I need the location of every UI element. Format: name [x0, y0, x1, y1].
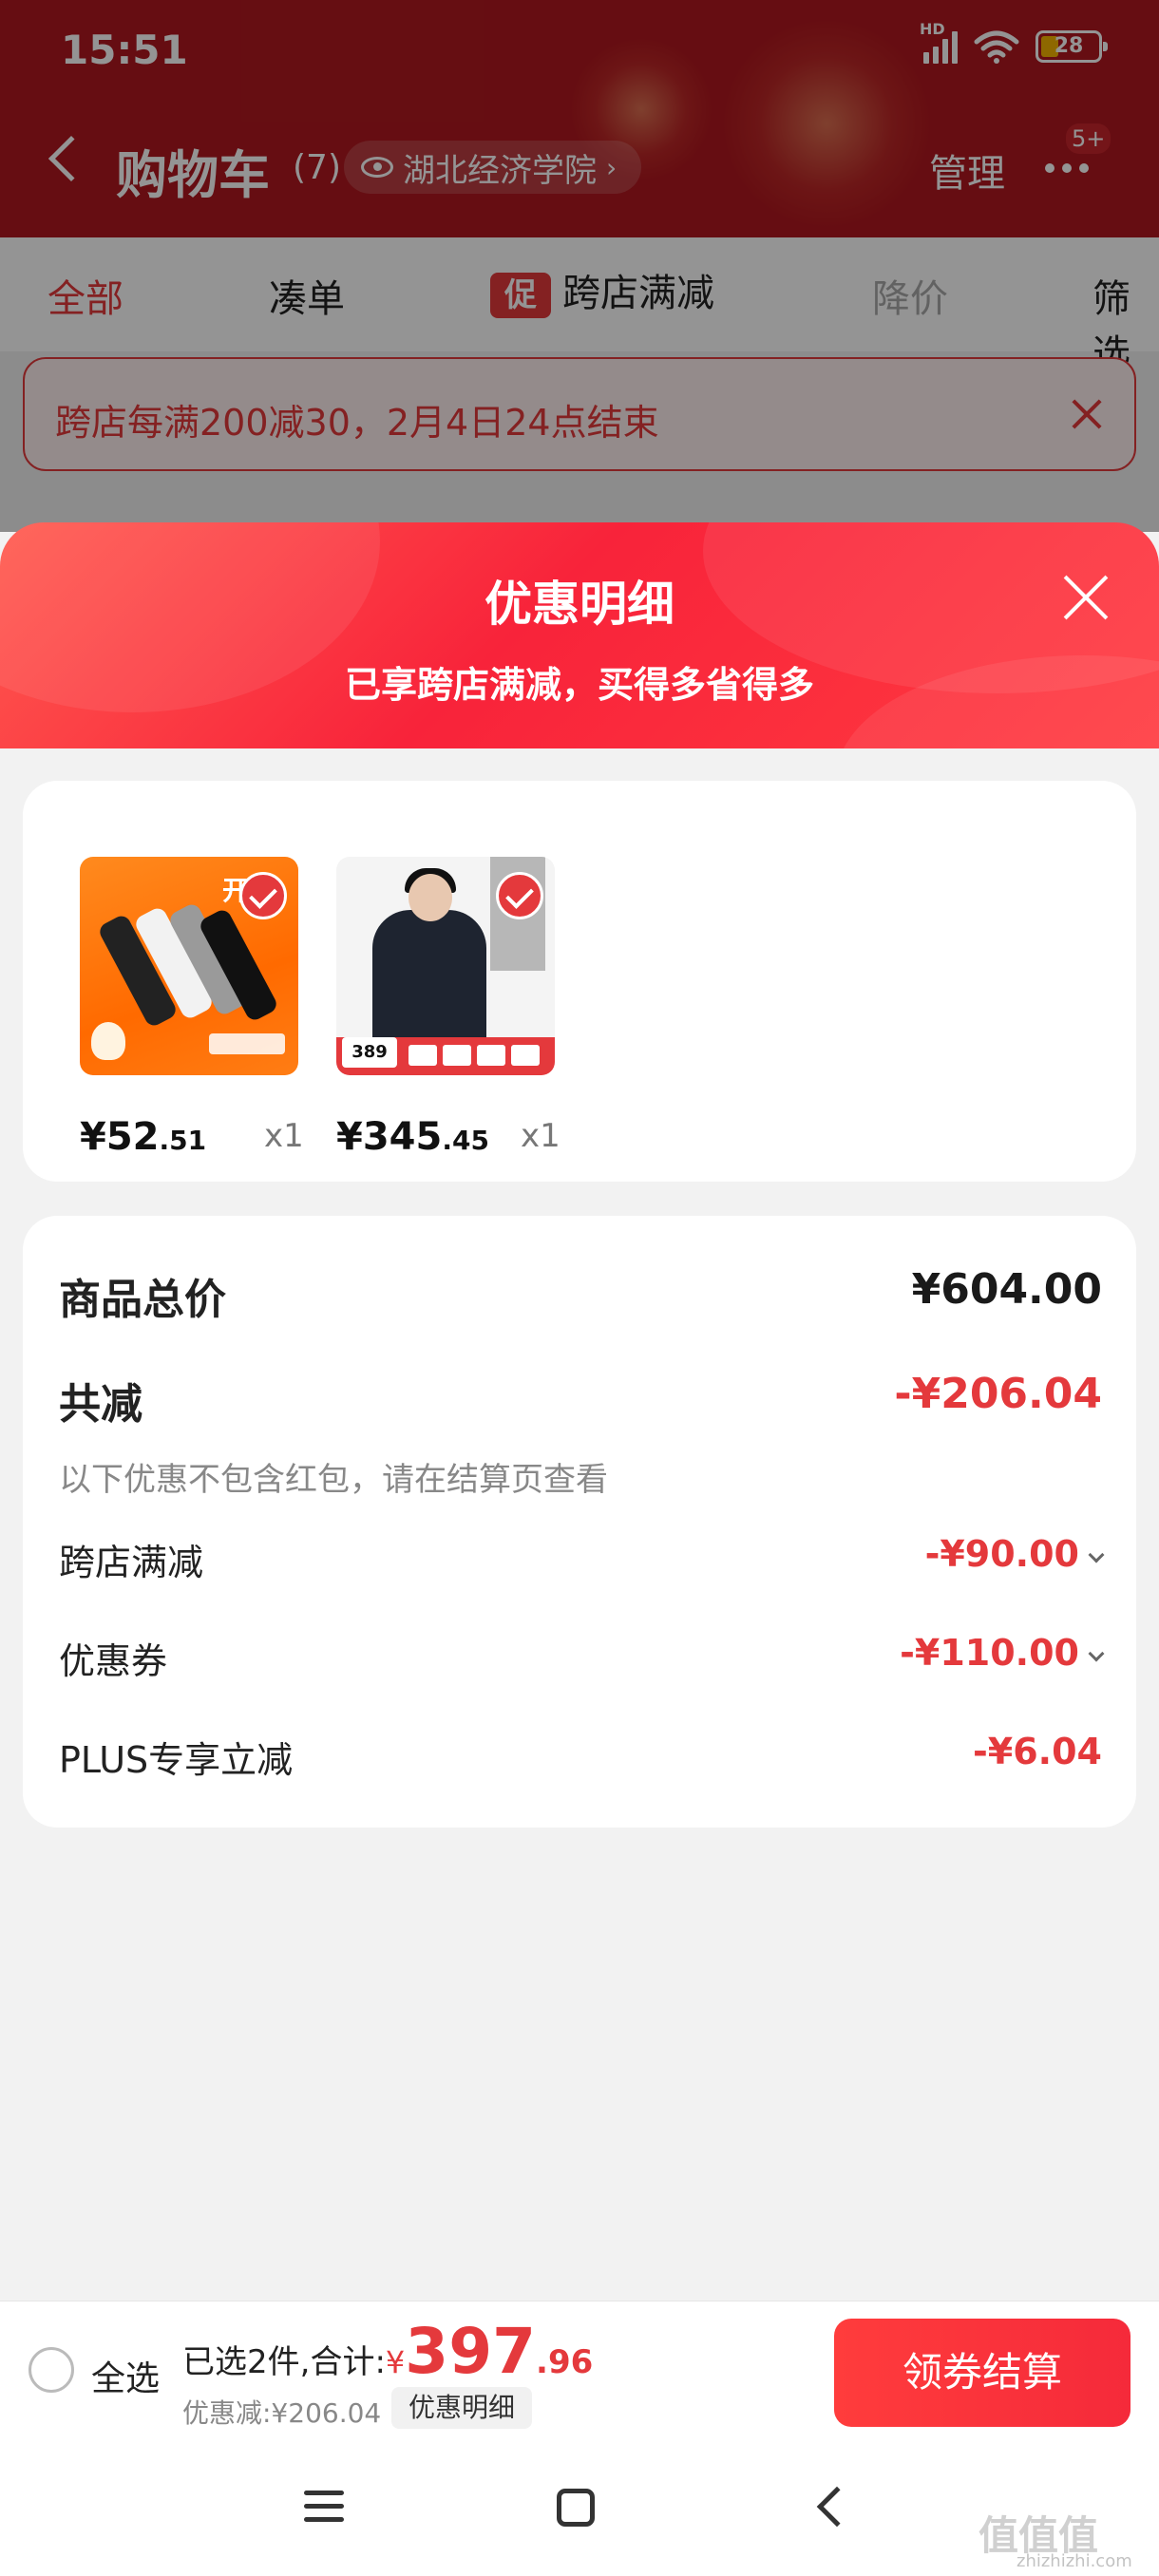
product-price: ¥52.51 — [80, 1115, 206, 1159]
discount-item-label: 优惠券 — [59, 1640, 168, 1682]
total-reduce-value: -¥206.04 — [894, 1370, 1102, 1418]
product-qty: x1 — [264, 1117, 304, 1155]
discount-detail-button[interactable]: 优惠明细 — [391, 2387, 533, 2429]
chevron-down-icon — [1088, 1645, 1105, 1662]
checkout-button[interactable]: 领券结算 — [834, 2319, 1130, 2427]
product-badge-text: 389 — [342, 1037, 397, 1068]
discount-item-value: -¥90.00 — [924, 1533, 1105, 1575]
total-reduce-label: 共减 — [59, 1380, 142, 1429]
sheet-title: 优惠明细 — [484, 577, 674, 632]
discount-item-value: -¥6.04 — [973, 1731, 1102, 1772]
check-icon[interactable] — [239, 872, 287, 919]
discount-item-coupon[interactable]: 优惠券 -¥110.00 — [59, 1632, 1105, 1685]
chevron-down-icon — [1088, 1546, 1105, 1563]
checkout-bar: 全选 已选2件,合计:¥397.96 优惠减:¥206.04 优惠明细 领券结算 — [0, 2301, 1159, 2443]
discount-item-value: -¥110.00 — [900, 1632, 1105, 1674]
check-icon[interactable] — [496, 872, 543, 919]
close-sheet-icon[interactable] — [1060, 572, 1112, 623]
selected-count-text: 已选2件,合计: — [182, 2343, 386, 2381]
total-price-value: ¥604.00 — [911, 1265, 1102, 1314]
watermark-url: zhizhizhi.com — [1016, 2551, 1132, 2571]
total-summary: 已选2件,合计:¥397.96 — [182, 2315, 593, 2388]
discount-item-label: 跨店满减 — [59, 1542, 204, 1583]
select-all-label[interactable]: 全选 — [91, 2351, 160, 2400]
product-image-socks: 开 — [80, 857, 298, 1075]
system-back-icon[interactable] — [816, 2486, 858, 2528]
discount-amount: -¥110.00 — [900, 1632, 1079, 1674]
discount-item-plus: PLUS专享立减 -¥6.04 — [59, 1731, 1102, 1784]
discount-item-label: PLUS专享立减 — [59, 1739, 294, 1781]
price-dec: .45 — [442, 1125, 489, 1156]
total-price-label: 商品总价 — [59, 1276, 226, 1324]
price-dec: .51 — [159, 1125, 207, 1156]
discount-detail-card: 商品总价 ¥604.00 共减 -¥206.04 以下优惠不包含红包，请在结算页… — [23, 1216, 1136, 1828]
product-item[interactable]: 389 ¥345.45 x1 — [336, 857, 560, 1159]
modal-overlay[interactable] — [0, 0, 1159, 532]
menu-icon[interactable] — [304, 2491, 344, 2523]
price-int: ¥52 — [80, 1115, 160, 1159]
discount-sheet-body: 开 ¥52.51 x1 389 ¥345.45 x1 商品总价 ¥604.00 … — [0, 748, 1159, 2301]
currency-symbol: ¥ — [385, 2344, 406, 2380]
home-icon[interactable] — [557, 2489, 595, 2527]
sheet-subtitle: 已享跨店满减，买得多省得多 — [344, 664, 814, 706]
total-integer: 397 — [405, 2315, 537, 2388]
discount-amount: -¥90.00 — [924, 1533, 1079, 1575]
discount-note: 以下优惠不包含红包，请在结算页查看 — [59, 1461, 608, 1499]
product-qty: x1 — [521, 1117, 560, 1155]
product-price: ¥345.45 — [336, 1115, 489, 1159]
select-all-checkbox[interactable] — [28, 2347, 74, 2393]
discount-sheet-header: 优惠明细 已享跨店满减，买得多省得多 — [0, 522, 1159, 750]
discount-summary: 优惠减:¥206.04 — [182, 2397, 382, 2429]
discount-item-cross-store[interactable]: 跨店满减 -¥90.00 — [59, 1533, 1105, 1586]
price-int: ¥345 — [336, 1115, 443, 1159]
total-reduce-row: 共减 -¥206.04 — [59, 1370, 1102, 1429]
total-decimal: .96 — [536, 2343, 594, 2381]
product-item[interactable]: 开 ¥52.51 x1 — [80, 857, 304, 1159]
total-price-row: 商品总价 ¥604.00 — [59, 1265, 1102, 1324]
product-image-jacket: 389 — [336, 857, 555, 1075]
selected-products-card: 开 ¥52.51 x1 389 ¥345.45 x1 — [23, 781, 1136, 1182]
jd-logistics-logo — [209, 1033, 285, 1054]
flame-icon — [91, 1022, 125, 1060]
